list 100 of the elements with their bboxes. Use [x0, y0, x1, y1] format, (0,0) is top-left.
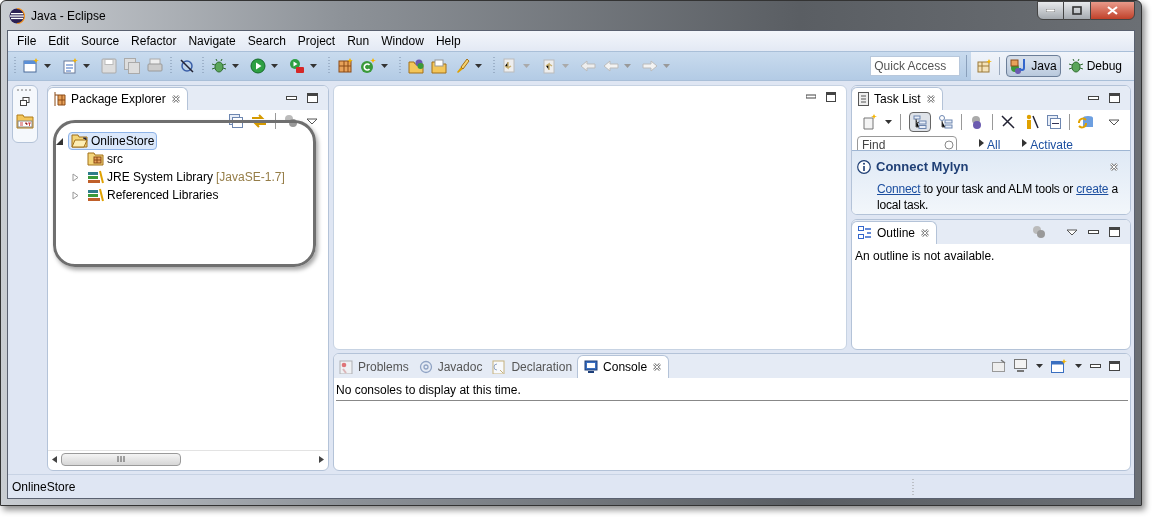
monitor-icon [584, 360, 599, 374]
maximize-button[interactable] [1064, 1, 1090, 20]
restore-icon[interactable] [20, 97, 30, 106]
tree-toggle-icon[interactable] [72, 190, 80, 200]
tree-item[interactable]: OnlineStore [68, 132, 158, 150]
menu-item[interactable]: Navigate [183, 31, 241, 51]
run-icon[interactable] [250, 58, 266, 74]
close-icon[interactable] [1109, 161, 1119, 172]
menu-item[interactable]: Edit [43, 31, 75, 51]
bug-icon[interactable] [211, 58, 227, 74]
tree-toggle-icon[interactable] [56, 136, 64, 146]
tree-item[interactable]: src [84, 150, 126, 168]
caret-icon[interactable] [381, 64, 388, 68]
next-annotation-icon[interactable] [502, 58, 518, 74]
grip-icon [117, 456, 125, 462]
bug-icon [1067, 58, 1084, 74]
view-menu-icon[interactable] [306, 117, 318, 125]
view-tab[interactable]: Declaration [487, 355, 578, 378]
minimize-icon[interactable] [806, 92, 816, 102]
triangle-icon [979, 139, 984, 147]
categorized-view-button[interactable] [909, 112, 931, 132]
menu-item[interactable]: Run [342, 31, 375, 51]
close-icon[interactable] [652, 362, 663, 372]
caret-icon[interactable] [44, 64, 51, 68]
caret-icon[interactable] [885, 120, 892, 124]
filter-icon[interactable] [284, 114, 298, 128]
filter-icon[interactable] [970, 115, 984, 129]
close-icon[interactable] [925, 94, 936, 104]
view-tab[interactable]: Package Explorer [48, 87, 188, 110]
view-tab[interactable]: Task List [852, 87, 943, 110]
caret-icon[interactable] [1075, 364, 1082, 368]
outline-message: An outline is not available. [854, 248, 996, 265]
pin-console-icon[interactable] [992, 359, 1006, 373]
tree-list-icon [913, 115, 927, 129]
books-icon [87, 188, 104, 202]
tree-item[interactable]: Referenced Libraries [84, 186, 222, 204]
close-icon[interactable] [170, 94, 181, 104]
minimize-button[interactable] [1037, 1, 1064, 20]
status-text: OnlineStore [12, 478, 76, 496]
git-repository-icon[interactable] [16, 112, 34, 129]
triangle-icon [1022, 139, 1028, 147]
caret-icon[interactable] [310, 64, 317, 68]
brush-icon[interactable] [454, 58, 470, 74]
menu-item[interactable]: Project [292, 31, 341, 51]
maximize-icon[interactable] [307, 93, 318, 103]
filter-link[interactable]: Activate [1030, 136, 1074, 154]
close-button[interactable] [1090, 1, 1135, 20]
display-console-icon[interactable] [1014, 359, 1028, 373]
new-class-icon[interactable] [360, 58, 376, 74]
tree-toggle-icon[interactable] [72, 172, 80, 182]
tree-item[interactable]: JRE System Library [JavaSE-1.7] [84, 168, 288, 186]
caret-icon[interactable] [475, 64, 482, 68]
open-perspective-icon[interactable] [977, 58, 994, 74]
library-version-label: [JavaSE-1.7] [216, 169, 285, 186]
caret-icon[interactable] [1036, 364, 1043, 368]
caret-icon[interactable] [271, 64, 278, 68]
quick-access-field[interactable]: Quick Access [871, 57, 960, 75]
left-arrow-icon [52, 455, 57, 463]
cross-out-icon[interactable] [1001, 115, 1015, 129]
link[interactable]: Connect [877, 181, 921, 196]
scheduled-list-icon[interactable] [939, 115, 953, 129]
view-menu-icon[interactable] [1108, 118, 1120, 126]
at-sign-icon [418, 359, 433, 374]
new-console-icon[interactable] [1051, 359, 1067, 373]
perspective-button[interactable]: Java [1006, 55, 1061, 77]
maximize-icon[interactable] [826, 92, 836, 102]
open-type-icon[interactable] [408, 58, 424, 74]
menu-item[interactable]: Help [430, 31, 466, 51]
horizontal-scrollbar[interactable] [48, 450, 328, 467]
previous-annotation-icon[interactable] [541, 58, 557, 74]
menu-item[interactable]: Window [376, 31, 429, 51]
menu-item[interactable]: Refactor [126, 31, 182, 51]
new-package-icon[interactable] [337, 58, 353, 74]
collapse-all-icon[interactable] [1047, 115, 1061, 129]
view-tab[interactable]: Outline [852, 221, 938, 244]
sync-icon[interactable] [1078, 114, 1094, 130]
view-menu-icon[interactable] [1066, 228, 1078, 236]
caret-icon[interactable] [83, 64, 90, 68]
caret-icon[interactable] [232, 64, 239, 68]
notification-title: Connect Mylyn [876, 158, 969, 176]
maximize-icon[interactable] [1109, 227, 1120, 237]
window-title: Java - Eclipse [31, 7, 106, 25]
maximize-icon[interactable] [1109, 361, 1120, 371]
open-folder-icon[interactable] [431, 58, 447, 74]
maximize-icon[interactable] [1109, 93, 1120, 103]
menu-item[interactable]: File [12, 31, 42, 51]
skip-breakpoints-icon[interactable] [179, 58, 195, 74]
run-tool-icon[interactable] [289, 58, 305, 74]
link[interactable]: create [1076, 181, 1109, 196]
view-tab[interactable]: Problems [334, 355, 414, 378]
menu-item[interactable]: Source [76, 31, 125, 51]
perspective-button[interactable]: Debug [1063, 55, 1126, 77]
menu-item[interactable]: Search [242, 31, 291, 51]
filter-link[interactable]: All [987, 136, 1001, 154]
view-tab[interactable]: Console [577, 355, 670, 378]
view-tab[interactable]: Javadoc [413, 355, 488, 378]
outline-icon [858, 226, 872, 240]
close-icon[interactable] [920, 228, 931, 238]
new-icon[interactable] [23, 58, 39, 74]
link-arrows-icon[interactable] [251, 113, 267, 129]
